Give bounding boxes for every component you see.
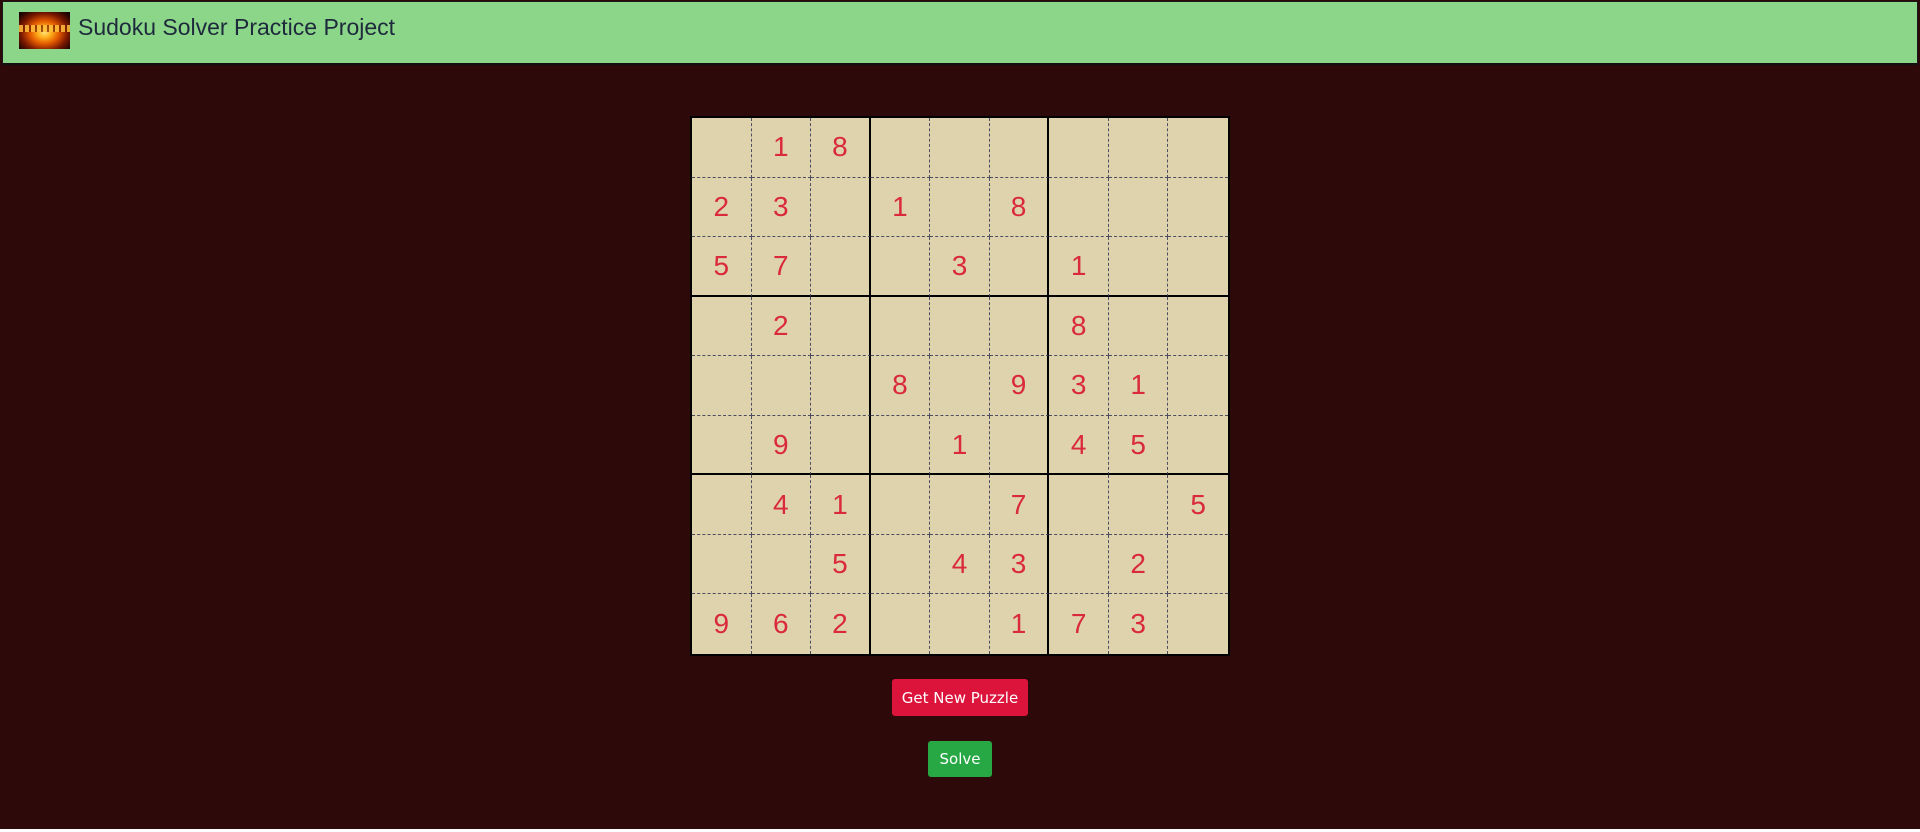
sudoku-cell-r5-c6[interactable]: 9 (989, 356, 1050, 416)
sudoku-cell-r2-c2[interactable]: 3 (751, 177, 812, 238)
sudoku-cell-r9-c8[interactable]: 3 (1109, 594, 1169, 654)
sudoku-cell-r7-c4[interactable] (870, 475, 931, 535)
sudoku-cell-r3-c1[interactable]: 5 (692, 237, 752, 297)
sudoku-cell-r1-c6[interactable] (989, 118, 1050, 178)
sudoku-cell-r6-c8[interactable]: 5 (1108, 415, 1169, 476)
sudoku-cell-r5-c8[interactable]: 1 (1108, 356, 1169, 416)
sudoku-cell-r3-c5[interactable]: 3 (930, 237, 990, 297)
get-new-puzzle-button[interactable]: Get New Puzzle (892, 679, 1028, 716)
sudoku-cell-r5-c9[interactable] (1168, 356, 1228, 416)
sudoku-cell-r7-c8[interactable] (1108, 475, 1169, 535)
sudoku-cell-r9-c1[interactable]: 9 (692, 594, 752, 654)
sudoku-cell-r6-c6[interactable] (989, 415, 1050, 476)
sudoku-cell-r1-c2[interactable]: 1 (751, 118, 812, 178)
sudoku-cell-r1-c8[interactable] (1108, 118, 1169, 178)
sudoku-cell-r6-c4[interactable] (870, 415, 931, 476)
sudoku-cell-r7-c1[interactable] (692, 475, 752, 535)
sudoku-cell-r9-c7[interactable]: 7 (1049, 594, 1109, 654)
sudoku-cell-r3-c2[interactable]: 7 (751, 237, 812, 297)
sudoku-cell-r8-c7[interactable] (1049, 534, 1109, 595)
sudoku-cell-r9-c5[interactable] (930, 594, 990, 654)
sudoku-cell-r2-c5[interactable] (930, 177, 990, 238)
sudoku-cell-r3-c3[interactable] (811, 237, 871, 297)
sudoku-cell-r1-c9[interactable] (1168, 118, 1228, 178)
sudoku-cell-r2-c1[interactable]: 2 (692, 177, 752, 238)
sudoku-cell-r1-c4[interactable] (870, 118, 931, 178)
sudoku-cell-r2-c8[interactable] (1108, 177, 1169, 238)
sudoku-cell-r1-c7[interactable] (1049, 118, 1109, 178)
solve-button[interactable]: Solve (928, 741, 992, 777)
sudoku-cell-r4-c5[interactable] (930, 296, 990, 357)
sudoku-cell-r7-c9[interactable]: 5 (1168, 475, 1228, 535)
sudoku-cell-r4-c9[interactable] (1168, 297, 1228, 357)
page: Sudoku Solver Practice Project 182318573… (0, 0, 1920, 829)
sudoku-cell-r5-c4[interactable]: 8 (870, 356, 931, 416)
sudoku-cell-r9-c2[interactable]: 6 (752, 594, 812, 654)
sudoku-cell-r5-c1[interactable] (692, 356, 752, 416)
sudoku-cell-r5-c3[interactable] (811, 356, 871, 416)
sudoku-cell-r4-c6[interactable] (989, 296, 1050, 357)
sudoku-cell-r3-c9[interactable] (1168, 237, 1228, 297)
sudoku-cell-r6-c9[interactable] (1168, 416, 1228, 476)
sudoku-cell-r3-c7[interactable]: 1 (1049, 237, 1109, 297)
sudoku-cell-r6-c2[interactable]: 9 (751, 415, 812, 476)
sudoku-cell-r4-c3[interactable] (811, 296, 871, 357)
sudoku-cell-r1-c3[interactable]: 8 (811, 118, 871, 178)
sudoku-cell-r8-c2[interactable] (751, 534, 812, 595)
header-bar: Sudoku Solver Practice Project (2, 1, 1918, 65)
sudoku-board: 1823185731288931914541755432962173 (690, 116, 1230, 656)
sudoku-cell-r8-c3[interactable]: 5 (811, 534, 871, 595)
sudoku-cell-r3-c4[interactable] (870, 237, 931, 297)
sudoku-cell-r6-c7[interactable]: 4 (1049, 415, 1109, 476)
sudoku-cell-r5-c5[interactable] (930, 356, 990, 416)
sudoku-cell-r2-c9[interactable] (1168, 178, 1228, 238)
fire-logo-icon (19, 12, 70, 49)
sudoku-cell-r3-c6[interactable] (989, 237, 1050, 297)
sudoku-cell-r7-c7[interactable] (1049, 475, 1109, 535)
sudoku-cell-r8-c6[interactable]: 3 (989, 534, 1050, 595)
sudoku-cell-r4-c7[interactable]: 8 (1049, 296, 1109, 357)
sudoku-cell-r1-c5[interactable] (930, 118, 990, 178)
sudoku-cell-r9-c9[interactable] (1168, 594, 1228, 654)
sudoku-cell-r2-c6[interactable]: 8 (989, 177, 1050, 238)
sudoku-cell-r8-c8[interactable]: 2 (1108, 534, 1169, 595)
sudoku-cell-r7-c3[interactable]: 1 (811, 475, 871, 535)
sudoku-cell-r2-c3[interactable] (811, 177, 871, 238)
sudoku-cell-r5-c2[interactable] (751, 356, 812, 416)
sudoku-cell-r8-c1[interactable] (692, 534, 752, 595)
sudoku-cell-r6-c3[interactable] (811, 415, 871, 476)
sudoku-cell-r2-c4[interactable]: 1 (870, 177, 931, 238)
sudoku-cell-r6-c5[interactable]: 1 (930, 415, 990, 476)
sudoku-cell-r8-c9[interactable] (1168, 535, 1228, 595)
sudoku-cell-r5-c7[interactable]: 3 (1049, 356, 1109, 416)
sudoku-cell-r9-c6[interactable]: 1 (990, 594, 1050, 654)
sudoku-cell-r1-c1[interactable] (692, 118, 752, 178)
sudoku-cell-r4-c4[interactable] (870, 296, 931, 357)
sudoku-cell-r4-c1[interactable] (692, 296, 752, 357)
sudoku-cell-r6-c1[interactable] (692, 415, 752, 476)
sudoku-cell-r8-c4[interactable] (870, 534, 931, 595)
sudoku-cell-r7-c6[interactable]: 7 (989, 475, 1050, 535)
sudoku-cell-r7-c2[interactable]: 4 (751, 475, 812, 535)
sudoku-cell-r8-c5[interactable]: 4 (930, 534, 990, 595)
sudoku-cell-r9-c3[interactable]: 2 (811, 594, 871, 654)
sudoku-cell-r4-c2[interactable]: 2 (751, 296, 812, 357)
sudoku-cell-r9-c4[interactable] (871, 594, 931, 654)
sudoku-cell-r2-c7[interactable] (1049, 177, 1109, 238)
page-title: Sudoku Solver Practice Project (78, 14, 396, 40)
sudoku-cell-r3-c8[interactable] (1108, 237, 1169, 297)
sudoku-cell-r4-c8[interactable] (1108, 296, 1169, 357)
sudoku-cell-r7-c5[interactable] (930, 475, 990, 535)
